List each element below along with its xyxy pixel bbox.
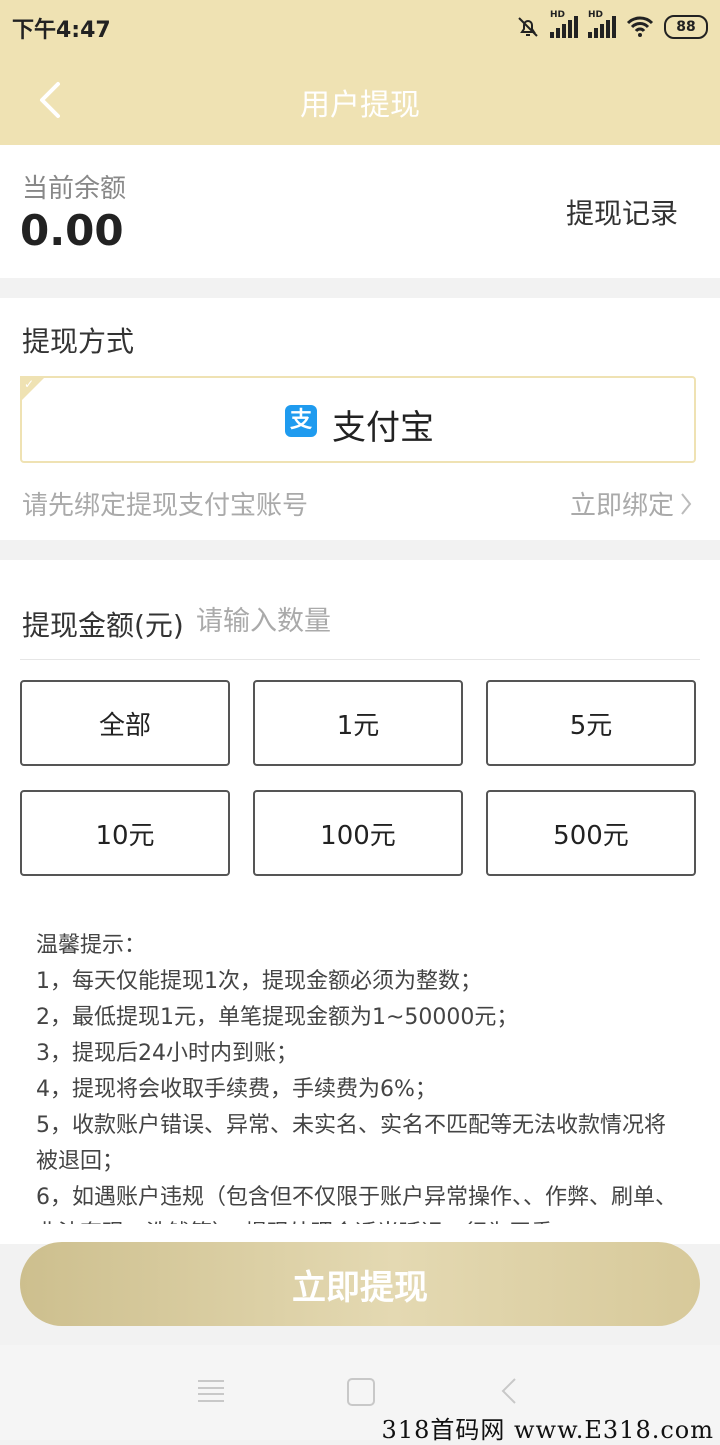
bind-hint: 请先绑定提现支付宝账号 — [22, 491, 309, 521]
menu-icon[interactable] — [198, 1380, 224, 1402]
mute-bell-icon — [518, 17, 538, 37]
balance-value: 0.00 — [20, 206, 124, 255]
tips-title: 温馨提示： — [36, 933, 147, 958]
preset-100-button[interactable]: 100元 — [253, 790, 463, 876]
balance-label: 当前余额 — [22, 174, 127, 204]
wifi-icon — [626, 16, 654, 37]
method-title: 提现方式 — [22, 325, 135, 358]
tip-line: 5，收款账户错误、异常、未实名、实名不匹配等无法收款情况将被退回； — [36, 1113, 666, 1174]
preset-500-button[interactable]: 500元 — [486, 790, 696, 876]
alipay-icon: 支 — [285, 405, 317, 437]
status-icons: HD HD 88 — [516, 10, 708, 42]
status-time: 下午4:47 — [12, 18, 111, 43]
withdraw-now-button[interactable]: 立即提现 — [20, 1242, 700, 1326]
amount-input[interactable] — [196, 600, 676, 642]
bind-now-label: 立即绑定 — [569, 491, 674, 521]
network-type-1: HD — [550, 10, 566, 20]
alipay-option-label: 支付宝 — [332, 408, 434, 448]
tip-line: 4，提现将会收取手续费，手续费为6%； — [36, 1077, 437, 1102]
tip-line: 2，最低提现1元，单笔提现金额为1~50000元； — [36, 1005, 519, 1030]
tip-line: 1，每天仅能提现1次，提现金额必须为整数； — [36, 969, 482, 994]
tips-panel[interactable]: 温馨提示： 1，每天仅能提现1次，提现金额必须为整数； 2，最低提现1元，单笔提… — [36, 928, 686, 1224]
battery-indicator: 88 — [664, 15, 708, 39]
signal-2: HD — [588, 10, 616, 38]
tip-line: 6，如遇账户违规（包含但不仅限于账户异常操作、、作弊、刷单、非法套现、洗钱等），… — [36, 1185, 677, 1224]
signal-1: HD — [550, 10, 578, 38]
bind-now-link[interactable]: 立即绑定 — [570, 485, 692, 522]
page-title: 用户提现 — [300, 88, 420, 123]
tip-line: 3，提现后24小时内到账； — [36, 1041, 298, 1066]
preset-5-button[interactable]: 5元 — [486, 680, 696, 766]
preset-1-button[interactable]: 1元 — [253, 680, 463, 766]
withdraw-record-link[interactable]: 提现记录 — [566, 192, 678, 232]
preset-10-button[interactable]: 10元 — [20, 790, 230, 876]
check-icon: ✓ — [24, 377, 35, 391]
preset-all-button[interactable]: 全部 — [20, 680, 230, 766]
home-icon[interactable] — [347, 1378, 375, 1406]
amount-label: 提现金额(元) — [22, 609, 184, 642]
network-type-2: HD — [588, 10, 604, 20]
chevron-right-icon — [681, 492, 692, 515]
amount-divider — [20, 659, 700, 660]
nav-back-icon[interactable] — [500, 1377, 518, 1405]
